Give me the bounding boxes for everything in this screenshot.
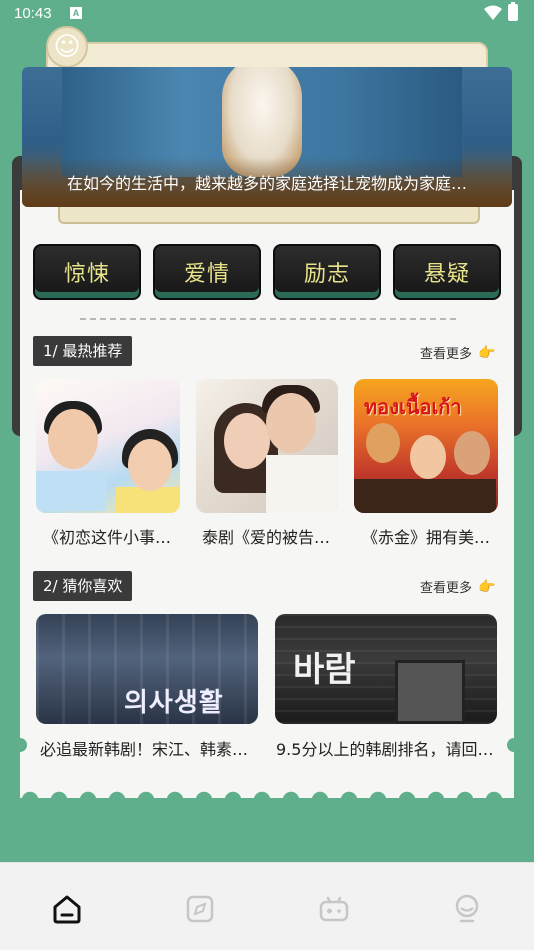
poster-caption[interactable]: 9.5分以上的韩剧排名，请回… xyxy=(276,736,498,760)
genre-button-inspiration[interactable]: 励志 xyxy=(273,244,381,300)
poster-figure xyxy=(366,423,400,463)
genre-button-thriller[interactable]: 惊悚 xyxy=(33,244,141,300)
ticket-edge xyxy=(20,790,514,806)
ticket-notch-right xyxy=(507,738,521,752)
nav-home[interactable] xyxy=(47,889,87,929)
nav-games[interactable] xyxy=(314,889,354,929)
banner-caption: 在如今的生活中，越来越多的家庭选择让宠物成为家庭… xyxy=(66,174,467,193)
more-label: 查看更多 xyxy=(420,581,473,596)
gamepad-icon xyxy=(319,896,349,922)
poster-figure xyxy=(48,409,98,469)
poster-figure xyxy=(36,471,106,511)
poster-caption[interactable]: 泰剧《爱的被告… xyxy=(202,524,342,548)
poster-love-defendant[interactable] xyxy=(196,379,338,513)
poster-title: 바람 xyxy=(293,650,356,690)
genre-button-romance[interactable]: 爱情 xyxy=(153,244,261,300)
poster-figure xyxy=(395,660,465,724)
poster-korean-drama-2[interactable]: 바람 xyxy=(275,614,497,724)
poster-title: ทองเนื้อเก้า xyxy=(364,395,462,419)
status-time: 10:43 xyxy=(14,5,52,22)
pointing-hand-icon: 👉 xyxy=(478,578,496,595)
home-icon xyxy=(53,895,81,924)
poster-figure xyxy=(128,439,172,491)
poster-caption[interactable]: 《初恋这件小事… xyxy=(43,524,183,548)
poster-figure xyxy=(266,455,338,513)
poster-figure xyxy=(410,435,446,479)
poster-caption[interactable]: 《赤金》拥有美… xyxy=(362,524,498,548)
bottom-nav xyxy=(0,862,534,950)
notification-icon: A xyxy=(70,7,82,19)
more-label: 查看更多 xyxy=(420,347,473,362)
section-title-hot: 1/ 最热推荐 xyxy=(33,336,133,366)
nav-profile[interactable] xyxy=(447,889,487,929)
poster-red-gold[interactable]: ทองเนื้อเก้า xyxy=(354,379,498,513)
more-link-like[interactable]: 查看更多 👉 xyxy=(420,577,496,597)
poster-figure xyxy=(266,393,316,453)
wifi-icon xyxy=(484,5,502,20)
poster-figure xyxy=(224,413,270,469)
user-icon xyxy=(455,894,479,923)
pointing-hand-icon: 👉 xyxy=(478,344,496,361)
smiley-icon: ☺ xyxy=(46,26,88,68)
poster-caption[interactable]: 必追最新韩剧！宋江、韩素… xyxy=(40,736,258,760)
nav-discover[interactable] xyxy=(180,889,220,929)
compass-icon xyxy=(186,895,214,923)
genre-row: 惊悚 爱情 励志 悬疑 xyxy=(33,244,501,300)
more-link-hot[interactable]: 查看更多 👉 xyxy=(420,343,496,363)
ticket-notch-left xyxy=(13,738,27,752)
section-title-like: 2/ 猜你喜欢 xyxy=(33,571,133,601)
banner[interactable]: 在如今的生活中，越来越多的家庭选择让宠物成为家庭… xyxy=(22,67,512,207)
genre-button-mystery[interactable]: 悬疑 xyxy=(393,244,501,300)
poster-title: 의사생활 xyxy=(124,688,224,718)
status-bar: 10:43 A xyxy=(0,0,534,28)
poster-korean-drama-1[interactable]: 의사생활 xyxy=(36,614,258,724)
poster-figure xyxy=(354,479,496,513)
poster-figure xyxy=(454,431,490,475)
battery-icon xyxy=(508,2,518,21)
divider xyxy=(80,318,456,320)
poster-first-love[interactable] xyxy=(36,379,180,513)
